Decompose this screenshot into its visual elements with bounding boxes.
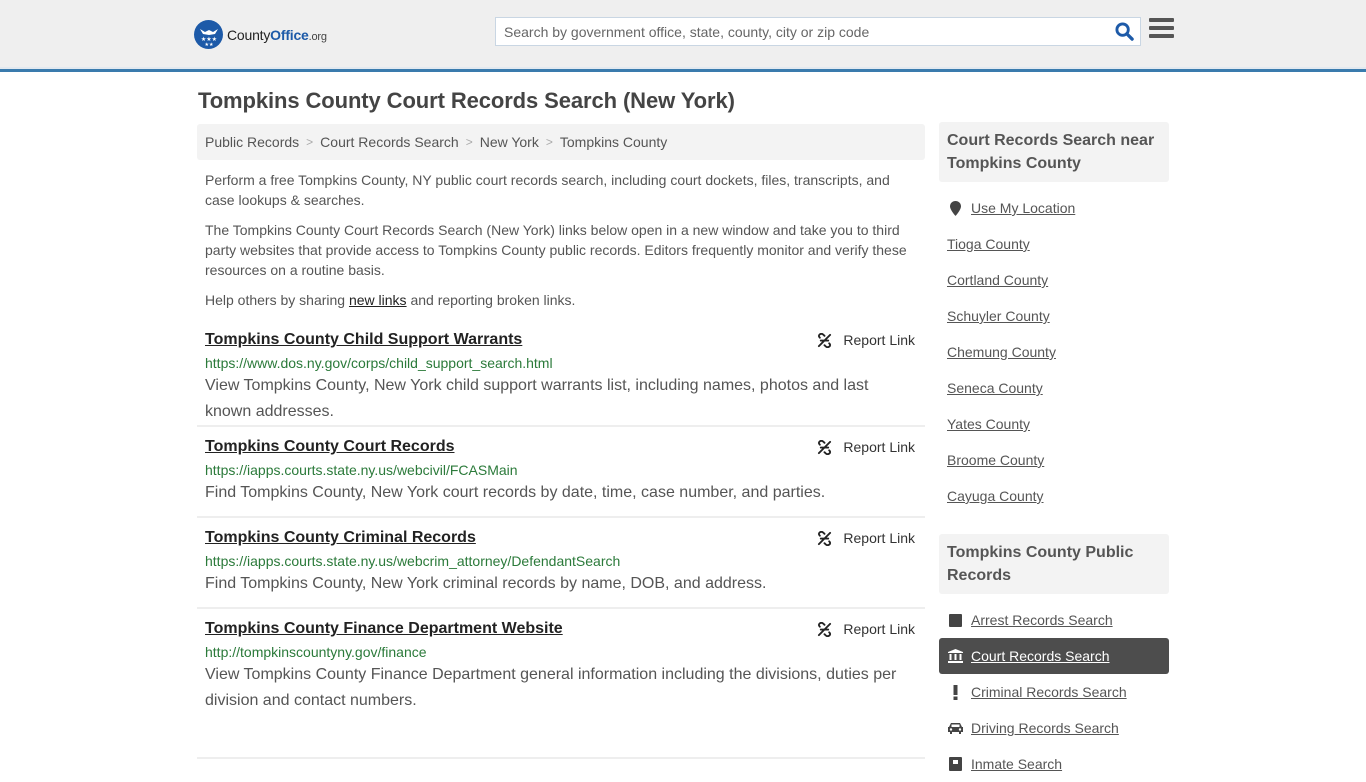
- entry-description: View Tompkins County Finance Department …: [205, 666, 897, 709]
- nearby-county-link[interactable]: Tioga County: [947, 236, 1030, 252]
- broken-link-icon: [818, 439, 832, 455]
- record-entry: Tompkins County Finance Department Websi…: [197, 609, 925, 759]
- search-input[interactable]: [496, 18, 1108, 45]
- nearby-county-item: Cortland County: [939, 262, 1169, 298]
- nearby-county-item: Tioga County: [939, 226, 1169, 262]
- breadcrumb-tompkins-county[interactable]: Tompkins County: [560, 134, 667, 150]
- record-entry: Tompkins County Court Records Report Lin…: [197, 427, 925, 518]
- entry-url: https://iapps.courts.state.ny.us/webcrim…: [205, 553, 621, 569]
- nearby-county-link[interactable]: Cortland County: [947, 272, 1048, 288]
- hamburger-menu-icon[interactable]: [1149, 18, 1175, 42]
- broken-link-icon: [818, 621, 832, 637]
- square-icon: [947, 613, 963, 627]
- intro: Perform a free Tompkins County, NY publi…: [197, 170, 925, 310]
- nearby-county-item: Yates County: [939, 406, 1169, 442]
- search-icon: [1114, 22, 1134, 41]
- public-records-heading: Tompkins County Public Records: [939, 534, 1169, 594]
- entry-title-link[interactable]: Tompkins County Child Support Warrants: [205, 330, 522, 350]
- inmate-search-link[interactable]: Inmate Search: [971, 756, 1062, 772]
- nearby-list: Use My Location Tioga County Cortland Co…: [939, 190, 1169, 514]
- entry-description: Find Tompkins County, New York criminal …: [205, 575, 767, 592]
- nearby-county-link[interactable]: Yates County: [947, 416, 1030, 432]
- sidebar: Court Records Search near Tompkins Count…: [939, 122, 1169, 782]
- breadcrumb-new-york[interactable]: New York: [480, 134, 539, 150]
- breadcrumb-separator: >: [465, 135, 473, 149]
- map-marker-icon: [947, 200, 963, 216]
- criminal-records-link[interactable]: Criminal Records Search: [971, 684, 1127, 700]
- use-my-location-link[interactable]: Use My Location: [971, 200, 1075, 216]
- public-records-list: Arrest Records Search Court Records Sear…: [939, 602, 1169, 782]
- main-content: Perform a free Tompkins County, NY publi…: [197, 170, 925, 759]
- use-my-location-item: Use My Location: [939, 190, 1169, 226]
- intro-paragraph-3: Help others by sharing new links and rep…: [205, 292, 576, 308]
- public-record-item-driving: Driving Records Search: [939, 710, 1169, 746]
- nearby-county-item: Cayuga County: [939, 478, 1169, 514]
- logo-text: CountyOffice.org: [227, 26, 327, 43]
- breadcrumb-separator: >: [306, 135, 314, 149]
- nearby-county-link[interactable]: Seneca County: [947, 380, 1043, 396]
- nearby-county-item: Broome County: [939, 442, 1169, 478]
- page-title: Tompkins County Court Records Search (Ne…: [198, 88, 735, 113]
- arrest-records-link[interactable]: Arrest Records Search: [971, 612, 1113, 628]
- site-logo[interactable]: ★★★ ★★ CountyOffice.org: [194, 20, 327, 49]
- intro-paragraph-1: Perform a free Tompkins County, NY publi…: [205, 172, 890, 208]
- nearby-county-link[interactable]: Schuyler County: [947, 308, 1050, 324]
- entry-description: View Tompkins County, New York child sup…: [205, 377, 869, 420]
- record-entry: Tompkins County Criminal Records Report …: [197, 518, 925, 609]
- breadcrumb: Public Records > Court Records Search > …: [197, 124, 925, 160]
- report-link-button[interactable]: Report Link: [817, 439, 915, 455]
- public-record-item-criminal: Criminal Records Search: [939, 674, 1169, 710]
- public-record-item-inmate: Inmate Search: [939, 746, 1169, 782]
- breadcrumb-public-records[interactable]: Public Records: [205, 134, 299, 150]
- nearby-county-link[interactable]: Cayuga County: [947, 488, 1044, 504]
- entry-description: Find Tompkins County, New York court rec…: [205, 484, 826, 501]
- nearby-county-link[interactable]: Chemung County: [947, 344, 1056, 360]
- car-icon: [947, 722, 963, 734]
- courthouse-icon: [947, 649, 963, 663]
- breadcrumb-court-records-search[interactable]: Court Records Search: [320, 134, 459, 150]
- nearby-county-item: Seneca County: [939, 370, 1169, 406]
- inmate-icon: [947, 757, 963, 771]
- public-record-item-court: Court Records Search: [939, 638, 1169, 674]
- new-links-link[interactable]: new links: [349, 292, 407, 308]
- svg-text:★★: ★★: [204, 42, 213, 47]
- record-entry: Tompkins County Child Support Warrants R…: [197, 320, 925, 427]
- nearby-county-link[interactable]: Broome County: [947, 452, 1044, 468]
- search-bar: [495, 17, 1141, 46]
- entry-url: https://www.dos.ny.gov/corps/child_suppo…: [205, 355, 553, 371]
- report-link-button[interactable]: Report Link: [817, 530, 915, 546]
- nearby-county-item: Schuyler County: [939, 298, 1169, 334]
- broken-link-icon: [818, 530, 832, 546]
- site-header: ★★★ ★★ CountyOffice.org: [0, 0, 1366, 72]
- entry-url: http://tompkinscountyny.gov/finance: [205, 644, 427, 660]
- exclamation-icon: [947, 684, 963, 700]
- eagle-logo-icon: ★★★ ★★: [194, 20, 223, 49]
- entry-url: https://iapps.courts.state.ny.us/webcivi…: [205, 462, 518, 478]
- report-link-button[interactable]: Report Link: [817, 332, 915, 348]
- entry-title-link[interactable]: Tompkins County Finance Department Websi…: [205, 619, 563, 639]
- broken-link-icon: [818, 332, 832, 348]
- entry-title-link[interactable]: Tompkins County Court Records: [205, 437, 455, 457]
- nearby-heading: Court Records Search near Tompkins Count…: [939, 122, 1169, 182]
- driving-records-link[interactable]: Driving Records Search: [971, 720, 1119, 736]
- nearby-county-item: Chemung County: [939, 334, 1169, 370]
- breadcrumb-separator: >: [545, 135, 553, 149]
- intro-paragraph-2: The Tompkins County Court Records Search…: [205, 222, 907, 278]
- public-record-item-arrest: Arrest Records Search: [939, 602, 1169, 638]
- entry-title-link[interactable]: Tompkins County Criminal Records: [205, 528, 476, 548]
- report-link-button[interactable]: Report Link: [817, 621, 915, 637]
- court-records-link[interactable]: Court Records Search: [971, 648, 1110, 664]
- search-button[interactable]: [1108, 18, 1140, 45]
